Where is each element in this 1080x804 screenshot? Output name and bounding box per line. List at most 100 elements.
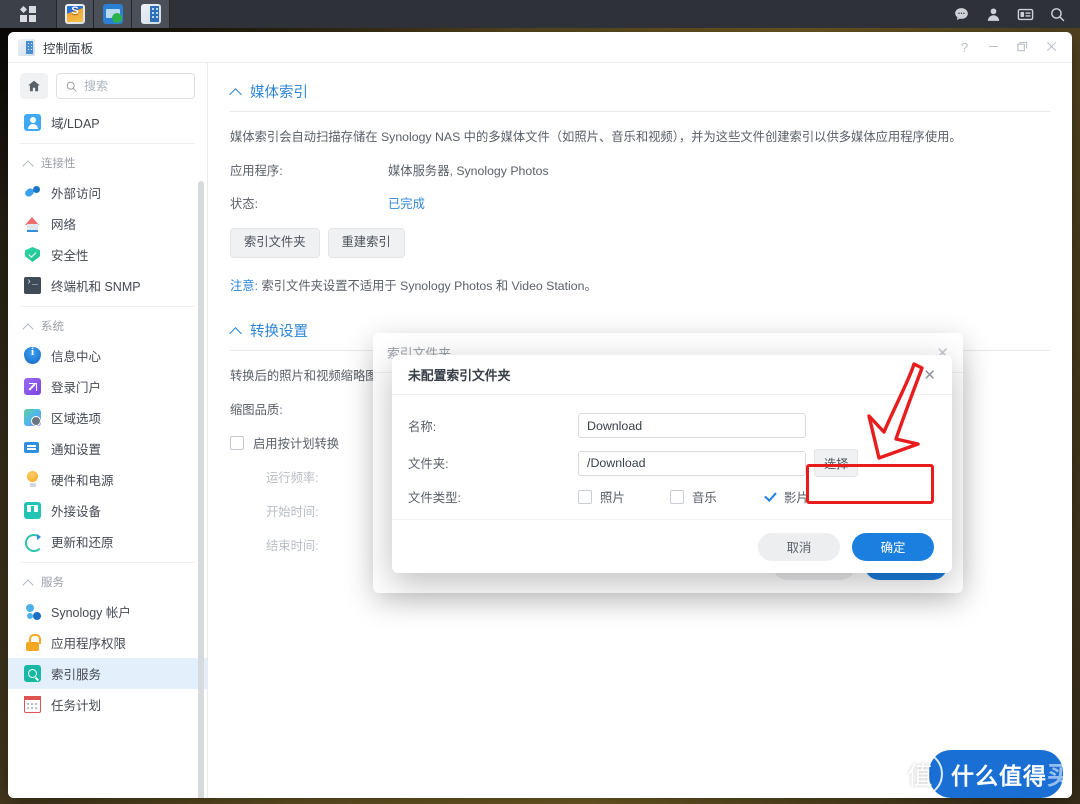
- external-devices-icon: [24, 502, 41, 519]
- sidebar-item-label: 区域选项: [51, 412, 102, 426]
- sidebar-group-connectivity[interactable]: 连接性: [8, 146, 207, 177]
- choose-folder-button[interactable]: 选择: [814, 449, 859, 477]
- sidebar-item-label: 应用程序权限: [51, 637, 127, 651]
- hardware-power-icon: [24, 471, 41, 488]
- checkbox-label: 影片: [784, 491, 809, 505]
- sidebar-divider: [20, 306, 195, 307]
- sidebar-item-regional-options[interactable]: 区域选项: [8, 402, 207, 433]
- sidebar-item-label: 信息中心: [51, 350, 102, 364]
- security-shield-icon: [24, 246, 41, 263]
- sidebar-item-external-access[interactable]: 外部访问: [8, 177, 207, 208]
- control-panel-window: 控制面板 ? 搜索 域/LDAP 连接性 外部访问 网络 安全性 ›_ 终端机和…: [8, 32, 1072, 798]
- taskbar-app-control-panel[interactable]: [132, 0, 170, 28]
- sidebar-item-app-privileges[interactable]: 应用程序权限: [8, 627, 207, 658]
- main-menu-button[interactable]: [0, 0, 56, 28]
- sidebar: 域/LDAP 连接性 外部访问 网络 安全性 终端机和 S: [8, 63, 208, 798]
- checkbox-label: 照片: [600, 491, 625, 505]
- terminal-icon: [24, 277, 41, 294]
- taskbar-app-synology-photos[interactable]: [56, 0, 94, 28]
- cancel-button[interactable]: 取消: [758, 532, 840, 561]
- section-title: 媒体索引: [250, 85, 308, 101]
- sidebar-item-terminal-snmp[interactable]: 终端机和 SNMP: [8, 270, 207, 301]
- media-index-status-row: 状态: 已完成: [230, 194, 1050, 212]
- notification-icon[interactable]: [1016, 5, 1034, 23]
- filetype-video[interactable]: 影片: [762, 488, 854, 506]
- sidebar-item-ldap[interactable]: 域/LDAP: [8, 107, 207, 138]
- sidebar-item-indexing-service[interactable]: 索引服务: [8, 658, 207, 689]
- media-index-buttons: 索引文件夹 重建索引: [230, 228, 1050, 258]
- chevron-up-icon: [24, 578, 33, 587]
- sidebar-group-label: 系统: [41, 321, 64, 333]
- row-value: 媒体服务器, Synology Photos: [388, 164, 549, 179]
- chevron-up-icon: [24, 159, 33, 168]
- user-icon[interactable]: [984, 5, 1002, 23]
- help-button[interactable]: ?: [958, 41, 971, 54]
- network-icon: [24, 215, 41, 232]
- sidebar-search-row: [8, 63, 207, 107]
- video-checkbox[interactable]: [762, 490, 776, 504]
- home-button[interactable]: [20, 73, 48, 99]
- enable-scheduled-conversion-checkbox[interactable]: [230, 436, 244, 451]
- note-label: 注意:: [230, 278, 259, 293]
- name-field[interactable]: [578, 413, 806, 438]
- close-icon[interactable]: ✕: [923, 366, 936, 384]
- sidebar-item-label: 通知设置: [51, 443, 102, 457]
- media-index-application-row: 应用程序: 媒体服务器, Synology Photos: [230, 161, 1050, 179]
- notification-settings-icon: [24, 440, 41, 457]
- maximize-button[interactable]: [1016, 41, 1029, 54]
- filetype-music[interactable]: 音乐: [670, 488, 762, 506]
- folder-field[interactable]: [578, 450, 806, 476]
- taskbar-tray: [952, 5, 1080, 23]
- sidebar-item-update-restore[interactable]: 更新和还原: [8, 526, 207, 557]
- sidebar-item-label: 域/LDAP: [51, 117, 100, 131]
- rebuild-index-button[interactable]: 重建索引: [327, 228, 405, 258]
- close-button[interactable]: [1045, 41, 1058, 54]
- control-panel-icon: [18, 38, 35, 56]
- sidebar-group-system[interactable]: 系统: [8, 309, 207, 340]
- section-title: 转换设置: [250, 323, 308, 340]
- minimize-button[interactable]: [987, 41, 1000, 54]
- search-icon[interactable]: [1048, 5, 1066, 23]
- search-box[interactable]: [56, 73, 195, 99]
- photo-checkbox[interactable]: [578, 490, 592, 504]
- sidebar-item-network[interactable]: 网络: [8, 208, 207, 239]
- sidebar-divider: [20, 562, 195, 563]
- section-media-index-header[interactable]: 媒体索引: [230, 81, 1050, 112]
- sidebar-group-label: 连接性: [41, 158, 76, 170]
- chevron-up-icon: [230, 86, 241, 97]
- sidebar-item-hardware-power[interactable]: 硬件和电源: [8, 464, 207, 495]
- field-label: 文件夹:: [408, 457, 449, 471]
- content-bottom-buttons: 重置: [974, 760, 1056, 788]
- sidebar-item-synology-account[interactable]: Synology 帐户: [8, 596, 207, 627]
- index-folder-button[interactable]: 索引文件夹: [230, 228, 320, 258]
- folder-row: 文件夹: 选择: [408, 449, 936, 477]
- checkbox-label: 启用按计划转换: [253, 437, 340, 452]
- sidebar-item-task-scheduler[interactable]: 任务计划: [8, 689, 207, 720]
- sidebar-group-services[interactable]: 服务: [8, 565, 207, 596]
- reset-button[interactable]: 重置: [974, 760, 1056, 788]
- sidebar-item-label: 登录门户: [51, 381, 102, 395]
- synology-account-icon: [24, 603, 41, 620]
- taskbar-app-download-station[interactable]: [94, 0, 132, 28]
- confirm-button[interactable]: 确定: [852, 532, 934, 561]
- download-station-icon: [102, 4, 123, 24]
- login-portal-icon: [24, 378, 41, 395]
- sidebar-item-label: 索引服务: [51, 668, 102, 682]
- filetype-row: 文件类型: 照片 音乐 影片: [408, 488, 936, 506]
- sidebar-scrollbar[interactable]: [198, 181, 204, 798]
- sidebar-item-login-portal[interactable]: 登录门户: [8, 371, 207, 402]
- taskbar-app-list: [0, 0, 170, 28]
- sidebar-item-security[interactable]: 安全性: [8, 239, 207, 270]
- row-label: 应用程序:: [230, 164, 283, 179]
- checkbox-label: 音乐: [692, 491, 717, 505]
- music-checkbox[interactable]: [670, 490, 684, 504]
- sidebar-item-external-devices[interactable]: 外接设备: [8, 495, 207, 526]
- regional-options-icon: [24, 409, 41, 426]
- sidebar-item-notification[interactable]: 通知设置: [8, 433, 207, 464]
- chat-icon[interactable]: [952, 5, 970, 23]
- sidebar-item-info-center[interactable]: 信息中心: [8, 340, 207, 371]
- search-input[interactable]: [84, 79, 186, 93]
- unconfigured-index-folder-dialog: 未配置索引文件夹 ✕ 名称: 文件夹: 选择 文件类型:: [392, 355, 952, 573]
- filetype-photo[interactable]: 照片: [578, 488, 670, 506]
- task-scheduler-icon: [24, 696, 41, 713]
